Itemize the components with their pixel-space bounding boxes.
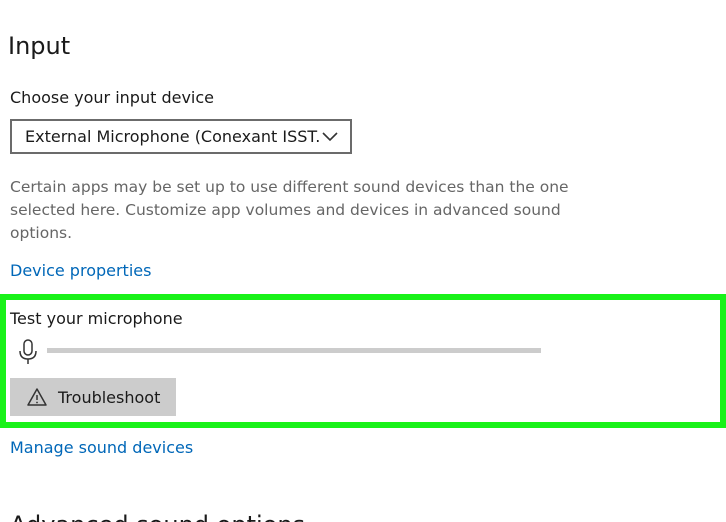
troubleshoot-label: Troubleshoot [58, 387, 161, 407]
input-device-dropdown[interactable]: External Microphone (Conexant ISST... [10, 119, 352, 154]
input-device-selected: External Microphone (Conexant ISST... [25, 127, 320, 146]
test-microphone-label: Test your microphone [10, 309, 183, 328]
microphone-level-meter [47, 348, 541, 353]
section-title-input: Input [8, 32, 71, 60]
warning-icon [26, 386, 48, 408]
section-title-advanced: Advanced sound options [10, 509, 305, 522]
input-device-label: Choose your input device [10, 88, 215, 107]
manage-sound-devices-link[interactable]: Manage sound devices [10, 437, 193, 459]
chevron-down-icon [320, 127, 340, 147]
microphone-icon [17, 338, 39, 366]
device-properties-link[interactable]: Device properties [10, 260, 151, 282]
troubleshoot-button[interactable]: Troubleshoot [10, 378, 176, 416]
input-description: Certain apps may be set up to use differ… [10, 178, 569, 242]
